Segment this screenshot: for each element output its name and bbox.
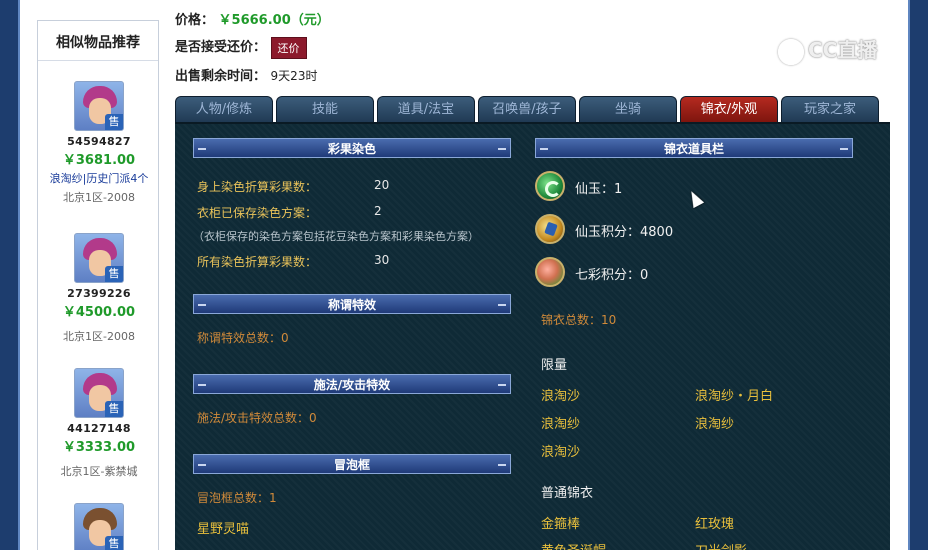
jade-points-icon [535, 214, 565, 244]
character-avatar[interactable]: 售 [74, 81, 124, 131]
bubble-item: 星野灵喵 [197, 522, 250, 537]
normal-outfit: 刀光剑影 [695, 540, 747, 550]
rainbow-points-icon [535, 257, 565, 287]
stream-watermark: CC直播 [778, 34, 898, 66]
window-frame-left [0, 0, 20, 550]
jade-count: 仙玉：1 [575, 182, 623, 197]
character-avatar[interactable]: 售 [74, 503, 124, 550]
wardrobe-dye-label: 衣柜已保存染色方案： [197, 206, 318, 220]
outfit-panel: 彩果染色 身上染色折算彩果数： 20 衣柜已保存染色方案： 2 （衣柜保存的染色… [175, 122, 890, 550]
time-label: 出售剩余时间： [175, 69, 267, 84]
bargain-label: 是否接受还价： [175, 40, 267, 55]
limited-label: 限量 [541, 358, 568, 373]
similar-item[interactable]: 售 54594827 ￥3681.00 浪淘纱|历史门派4个 北京1区-2008 [38, 81, 160, 205]
tab-character[interactable]: 人物/修炼 [175, 96, 273, 122]
time-value: 9天23时 [270, 69, 318, 83]
normal-outfit-label: 普通锦衣 [541, 486, 594, 501]
item-server: 北京1区-紫禁城 [60, 465, 138, 478]
price-label: 价格： [175, 13, 215, 28]
tab-home[interactable]: 玩家之家 [781, 96, 879, 122]
limited-outfit: 浪淘纱 [541, 417, 581, 432]
rainbow-points: 七彩积分：0 [575, 268, 649, 283]
dye-note: （衣柜保存的染色方案包括花豆染色方案和彩果染色方案） [193, 230, 479, 243]
title-effect-count: 称谓特效总数：0 [197, 331, 289, 345]
normal-outfit: 金箍棒 [541, 517, 581, 532]
title-effect-header: 称谓特效 [193, 294, 511, 314]
tab-summons[interactable]: 召唤兽/孩子 [478, 96, 576, 122]
bubble-header: 冒泡框 [193, 454, 511, 474]
bubble-count: 冒泡框总数：1 [197, 491, 277, 505]
body-dye-value: 20 [374, 178, 390, 192]
item-price: ￥3681.00 [62, 153, 136, 168]
item-price: ￥4500.00 [62, 305, 136, 320]
price-value: ￥5666.00（元） [218, 13, 330, 28]
normal-outfit: 红玫瑰 [695, 517, 735, 532]
item-id: 27399226 [67, 287, 131, 300]
item-id: 44127148 [67, 422, 131, 435]
item-server: 北京1区-2008 [63, 330, 135, 343]
tab-skills[interactable]: 技能 [276, 96, 374, 122]
similar-item[interactable]: 售 44127148 ￥3333.00 北京1区-紫禁城 [38, 368, 160, 479]
time-row: 出售剩余时间： 9天23时 [175, 65, 317, 84]
limited-outfit: 浪淘纱・月白 [695, 389, 774, 404]
similar-items-sidebar: 相似物品推荐 售 54594827 ￥3681.00 浪淘纱|历史门派4个 北京… [37, 20, 159, 550]
bargain-row: 是否接受还价： 还价 [175, 36, 307, 59]
item-price: ￥3333.00 [62, 440, 136, 455]
sale-badge: 售 [105, 536, 123, 550]
sale-badge: 售 [105, 266, 123, 282]
normal-outfit: 黄色圣诞帽 [541, 540, 606, 550]
item-name[interactable]: 浪淘纱|历史门派4个 [38, 170, 160, 186]
cast-effect-header: 施法/攻击特效 [193, 374, 511, 394]
jade-icon [535, 171, 565, 201]
tab-items[interactable]: 道具/法宝 [377, 96, 475, 122]
price-row: 价格： ￥5666.00（元） [175, 9, 330, 28]
total-dye-value: 30 [374, 253, 390, 267]
cast-effect-count: 施法/攻击特效总数：0 [197, 411, 317, 425]
outfit-total: 锦衣总数：10 [541, 313, 617, 327]
limited-outfit: 浪淘沙 [541, 389, 581, 404]
jade-points: 仙玉积分：4800 [575, 225, 674, 240]
item-server: 北京1区-2008 [63, 191, 135, 204]
character-avatar[interactable]: 售 [74, 368, 124, 418]
wardrobe-header: 锦衣道具栏 [535, 138, 853, 158]
tab-mounts[interactable]: 坐骑 [579, 96, 677, 122]
item-id: 54594827 [67, 135, 131, 148]
window-frame-right [908, 0, 928, 550]
bargain-button[interactable]: 还价 [270, 36, 307, 59]
sale-badge: 售 [105, 114, 123, 130]
similar-item[interactable]: 售 27399226 ￥4500.00 北京1区-2008 [38, 233, 160, 344]
character-avatar[interactable]: 售 [74, 233, 124, 283]
wardrobe-dye-value: 2 [374, 204, 382, 218]
dye-section-header: 彩果染色 [193, 138, 511, 158]
sidebar-title: 相似物品推荐 [38, 21, 158, 61]
sale-badge: 售 [105, 401, 123, 417]
similar-item[interactable]: 售 [38, 503, 160, 550]
body-dye-label: 身上染色折算彩果数： [197, 180, 318, 194]
limited-outfit: 浪淘沙 [541, 445, 581, 460]
tab-outfits[interactable]: 锦衣/外观 [680, 96, 778, 122]
total-dye-label: 所有染色折算彩果数： [197, 255, 318, 269]
watermark-text: CC直播 [808, 38, 878, 62]
limited-outfit: 浪淘纱 [695, 417, 735, 432]
cc-logo-icon [778, 38, 804, 65]
